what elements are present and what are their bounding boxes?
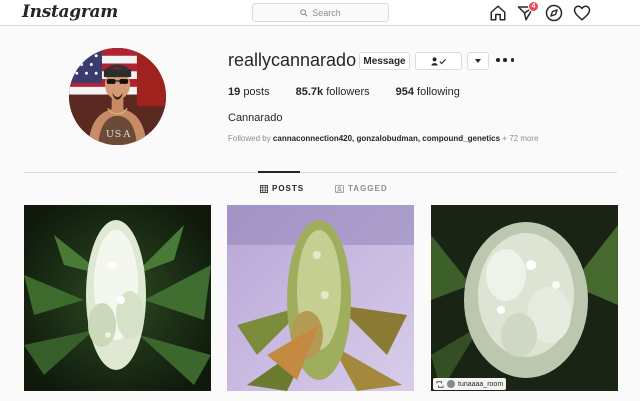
ellipsis-icon [510,58,514,62]
svg-text:U: U [106,129,114,140]
person-check-icon [430,56,446,65]
posts-count-value: 19 [228,86,241,98]
post-repost-tag[interactable]: tunaaaa_room [433,378,507,390]
post-tag-username: tunaaaa_room [458,380,504,388]
tab-tagged-label: TAGGED [348,184,388,193]
followers-count[interactable]: 85.7k followers [296,86,370,98]
tab-posts[interactable]: POSTS [260,184,304,193]
top-navigation-bar: Instagram Search 4 [0,0,640,26]
posts-count-label: posts [243,86,270,98]
search-icon [300,8,308,17]
followed-by-text[interactable]: Followed by cannaconnection420, gonzalob… [228,134,539,143]
svg-text:A: A [122,129,131,140]
grid-icon [260,184,268,193]
followed-by-names: cannaconnection420, gonzalobudman, compo… [272,134,501,143]
tag-portrait-icon [335,184,344,193]
followers-count-value: 85.7k [295,86,324,98]
profile-username: reallycannarado [228,50,357,70]
following-count-label: following [417,86,460,98]
followed-by-more: + 72 more [500,134,539,143]
activity-heart-icon[interactable] [573,4,591,22]
post-image-white-bud [24,205,211,391]
tab-tagged[interactable]: TAGGED [335,184,388,193]
avatar [447,380,455,388]
suggestions-dropdown-button[interactable] [467,52,489,70]
instagram-logo[interactable]: Instagram [22,2,118,22]
post-thumbnail[interactable] [24,205,211,391]
post-image-frosty-bud [431,205,618,391]
profile-full-name: Cannarado [228,112,283,124]
explore-icon[interactable] [545,4,563,22]
tabs-divider [24,172,617,173]
posts-count: 19 posts [228,86,270,98]
following-count-value: 954 [395,86,414,98]
post-thumbnail[interactable] [227,205,414,391]
following-button[interactable] [415,52,462,70]
svg-text:S: S [115,129,122,140]
tab-posts-label: POSTS [272,184,305,193]
following-count[interactable]: 954 following [396,86,460,98]
chevron-down-icon [475,59,481,63]
home-icon[interactable] [489,4,507,22]
search-placeholder: Search [312,7,341,18]
post-image-purple-background-bud [227,205,414,391]
ellipsis-icon [496,58,500,62]
search-input[interactable]: Search [252,3,389,22]
message-button[interactable]: Message [359,52,410,70]
active-tab-indicator [258,171,300,173]
more-options-button[interactable] [496,54,514,66]
post-thumbnail[interactable] [431,205,618,391]
repost-icon [436,380,444,388]
profile-avatar[interactable]: U S A [69,48,166,145]
notification-badge: 4 [528,1,539,12]
followed-by-prefix: Followed by [228,134,273,143]
followers-count-label: followers [326,86,370,98]
profile-stats: 19 posts 85.7k followers 954 following [228,86,486,98]
avatar-photo: U S A [69,48,166,145]
ellipsis-icon [503,58,507,62]
